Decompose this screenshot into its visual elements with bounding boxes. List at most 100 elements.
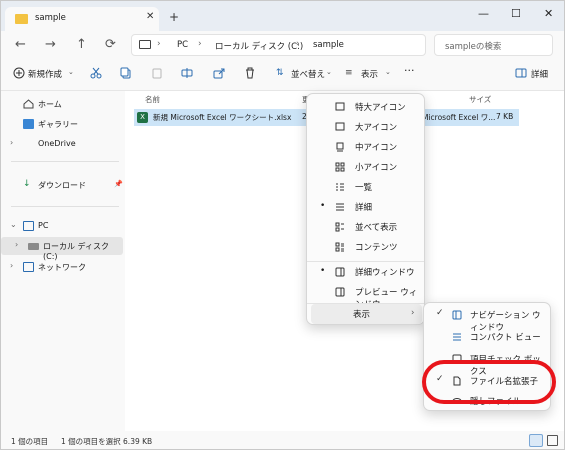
content-icon [335, 242, 344, 252]
medium-icons-icon [336, 142, 344, 152]
tab-sample[interactable]: sample ✕ [5, 7, 159, 31]
menu-item-large-icons[interactable]: 大アイコン [311, 117, 422, 137]
sidebar-item-label: ギャラリー [38, 120, 78, 129]
menu-item-small-icons[interactable]: 小アイコン [311, 157, 422, 177]
menu-item-tiles[interactable]: 並べて表示 [311, 217, 422, 237]
tab-title: sample [35, 13, 66, 23]
menu-item-list[interactable]: 一覧 [311, 177, 422, 197]
check-icon: ✓ [436, 308, 444, 318]
menu-item-show[interactable]: 表示 › [311, 304, 422, 324]
menu-item-label: 大アイコン [355, 123, 398, 133]
navigation-pane: ホーム ギャラリー › OneDrive ↓ ダウンロード 📌 ⌄ PC › ロ… [1, 91, 125, 431]
share-icon[interactable] [213, 67, 225, 79]
copy-icon[interactable] [120, 67, 132, 79]
new-button[interactable]: 新規作成 [28, 68, 62, 80]
search-placeholder: sampleの検索 [445, 42, 502, 52]
menu-item-label: 表示 [353, 310, 371, 320]
sidebar-item-home[interactable]: ホーム [1, 95, 123, 113]
chevron-down-icon: ⌄ [385, 68, 391, 76]
tab-close-icon[interactable]: ✕ [146, 11, 154, 22]
up-button[interactable]: ↑ [76, 37, 87, 52]
sidebar-item-label: OneDrive [38, 139, 76, 148]
chevron-right-icon[interactable]: › [10, 138, 13, 147]
sidebar-item-downloads[interactable]: ↓ ダウンロード 📌 [1, 176, 123, 194]
rename-icon[interactable] [181, 67, 193, 79]
minimize-button[interactable]: — [478, 7, 489, 20]
delete-icon[interactable] [244, 67, 256, 79]
pin-icon[interactable]: 📌 [114, 180, 123, 188]
small-icons-icon [335, 162, 345, 172]
more-options-button[interactable]: ··· [404, 64, 415, 77]
excel-file-icon: X [137, 112, 148, 123]
menu-item-compact-view[interactable]: コンパクト ビュー [428, 327, 548, 347]
menu-item-label: コンパクト ビュー [470, 333, 541, 343]
download-icon: ↓ [23, 179, 31, 189]
menu-item-extra-large-icons[interactable]: 特大アイコン [311, 97, 422, 117]
navigation-bar: ← → ↑ ⟳ › PC › ローカル ディスク (C:) › sample s… [1, 31, 564, 59]
details-button[interactable]: 詳細 [531, 68, 548, 80]
sort-icon: ⇅ [276, 68, 284, 78]
extra-large-icons-icon [335, 102, 345, 111]
view-menu: 特大アイコン 大アイコン 中アイコン 小アイコン 一覧 • 詳細 並べて表示 コ… [306, 93, 425, 325]
paste-icon[interactable] [151, 67, 163, 79]
address-bar[interactable]: › PC › ローカル ディスク (C:) › sample [131, 34, 426, 56]
breadcrumb-pc[interactable]: PC [177, 40, 188, 50]
menu-item-content[interactable]: コンテンツ [311, 237, 422, 257]
menu-item-label: 詳細 [355, 203, 373, 213]
status-bar: 1 個の項目 1 個の項目を選択 6.39 KB [1, 431, 564, 449]
menu-item-details[interactable]: • 詳細 [311, 197, 422, 217]
details-view-toggle[interactable] [529, 434, 543, 447]
file-size: 7 KB [496, 112, 514, 121]
chevron-right-icon[interactable]: › [10, 261, 13, 270]
sidebar-item-pc[interactable]: ⌄ PC [1, 217, 123, 235]
menu-item-medium-icons[interactable]: 中アイコン [311, 137, 422, 157]
file-name: 新規 Microsoft Excel ワークシート.xlsx [153, 113, 292, 122]
chevron-down-icon: ⌄ [326, 68, 332, 76]
details-pane-icon [515, 68, 527, 78]
drive-icon [28, 243, 39, 250]
search-input[interactable]: sampleの検索 [434, 34, 553, 56]
maximize-button[interactable]: ☐ [511, 7, 521, 20]
column-header-size[interactable]: サイズ [469, 94, 491, 105]
refresh-button[interactable]: ⟳ [105, 37, 116, 52]
details-icon [336, 203, 344, 211]
list-icon [336, 183, 344, 191]
selected-dot-icon: • [320, 201, 326, 211]
thumbnail-view-toggle[interactable] [547, 435, 558, 446]
tab-bar: sample ✕ + — ☐ ✕ [1, 1, 564, 31]
gallery-icon [23, 119, 34, 129]
home-icon [23, 99, 34, 109]
new-tab-button[interactable]: + [169, 10, 179, 24]
breadcrumb-sample[interactable]: sample [313, 40, 344, 50]
back-button[interactable]: ← [15, 37, 26, 52]
chevron-right-icon: › [198, 39, 202, 49]
sort-button[interactable]: 並べ替え [291, 68, 325, 80]
menu-item-details-pane[interactable]: • 詳細ウィンドウ [311, 262, 422, 282]
breadcrumb-local-disk[interactable]: ローカル ディスク (C:) [215, 40, 303, 52]
sidebar-item-label: PC [38, 221, 49, 230]
tiles-icon [335, 222, 344, 232]
sidebar-item-local-disk[interactable]: › ローカル ディスク (C:) [1, 237, 123, 261]
chevron-down-icon: ⌄ [68, 68, 74, 76]
preview-pane-icon [335, 287, 345, 297]
sidebar-item-onedrive[interactable]: › OneDrive [1, 135, 123, 153]
chevron-down-icon[interactable]: ⌄ [10, 220, 17, 229]
column-header-name[interactable]: 名前 [145, 94, 160, 105]
chevron-right-icon[interactable]: › [15, 240, 18, 249]
view-icon: ≡ [345, 68, 353, 78]
close-window-button[interactable]: ✕ [544, 7, 553, 20]
command-bar: 新規作成 ⌄ ⇅ 並べ替え ⌄ ≡ 表示 ⌄ ··· 詳細 [1, 59, 564, 91]
forward-button[interactable]: → [45, 37, 56, 52]
cut-icon[interactable] [90, 67, 102, 79]
sidebar-item-gallery[interactable]: ギャラリー [1, 115, 123, 133]
menu-item-navigation-pane[interactable]: ✓ ナビゲーション ウィンドウ [428, 305, 548, 333]
view-button[interactable]: 表示 [361, 68, 378, 80]
menu-item-label: コンテンツ [355, 243, 398, 253]
item-count: 1 個の項目 [11, 437, 49, 446]
sidebar-item-network[interactable]: › ネットワーク [1, 258, 123, 276]
selection-info: 1 個の項目を選択 6.39 KB [61, 437, 153, 446]
divider [11, 206, 119, 207]
folder-icon [15, 14, 28, 24]
menu-item-preview-pane[interactable]: プレビュー ウィンドウ [311, 282, 422, 310]
explorer-window: sample ✕ + — ☐ ✕ ← → ↑ ⟳ › PC › ローカル ディス… [0, 0, 565, 450]
